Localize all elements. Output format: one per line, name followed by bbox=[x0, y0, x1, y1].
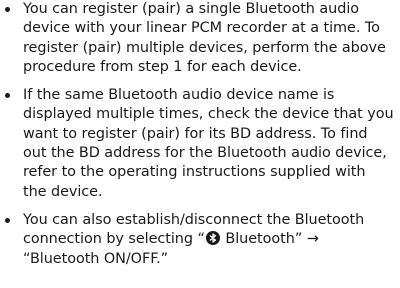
bullet-icon bbox=[5, 93, 10, 99]
note-line-with-icon: connection by selecting “ Bluetooth” → bbox=[23, 230, 400, 249]
note-line: the device. bbox=[23, 183, 103, 200]
note-bluetooth-toggle: You can also establish/disconnect the Bl… bbox=[0, 211, 400, 269]
notes-list: You can register (pair) a single Bluetoo… bbox=[0, 0, 400, 269]
bullet-icon bbox=[5, 217, 10, 223]
bluetooth-icon bbox=[205, 231, 220, 246]
note-line: device with your linear PCM recorder at … bbox=[23, 20, 380, 37]
note-line: “Bluetooth ON/OFF.” bbox=[23, 250, 169, 267]
note-line: want to register (pair) for its BD addre… bbox=[23, 125, 368, 142]
note-line: If the same Bluetooth audio device name … bbox=[23, 87, 335, 104]
note-line: procedure from step 1 for each device. bbox=[23, 58, 302, 75]
note-text: Bluetooth” → bbox=[220, 231, 319, 248]
note-text: connection by selecting “ bbox=[23, 231, 205, 248]
note-line: register (pair) multiple devices, perfor… bbox=[23, 39, 386, 56]
note-line: You can register (pair) a single Bluetoo… bbox=[23, 1, 360, 17]
note-line: displayed multiple times, check the devi… bbox=[23, 106, 394, 123]
note-bd-address: If the same Bluetooth audio device name … bbox=[0, 86, 400, 202]
note-single-device-pairing: You can register (pair) a single Bluetoo… bbox=[0, 0, 400, 77]
note-line: refer to the operating instructions supp… bbox=[23, 164, 366, 181]
note-line: You can also establish/disconnect the Bl… bbox=[23, 211, 365, 228]
bullet-icon bbox=[5, 7, 10, 12]
note-line: out the BD address for the Bluetooth aud… bbox=[23, 145, 387, 162]
